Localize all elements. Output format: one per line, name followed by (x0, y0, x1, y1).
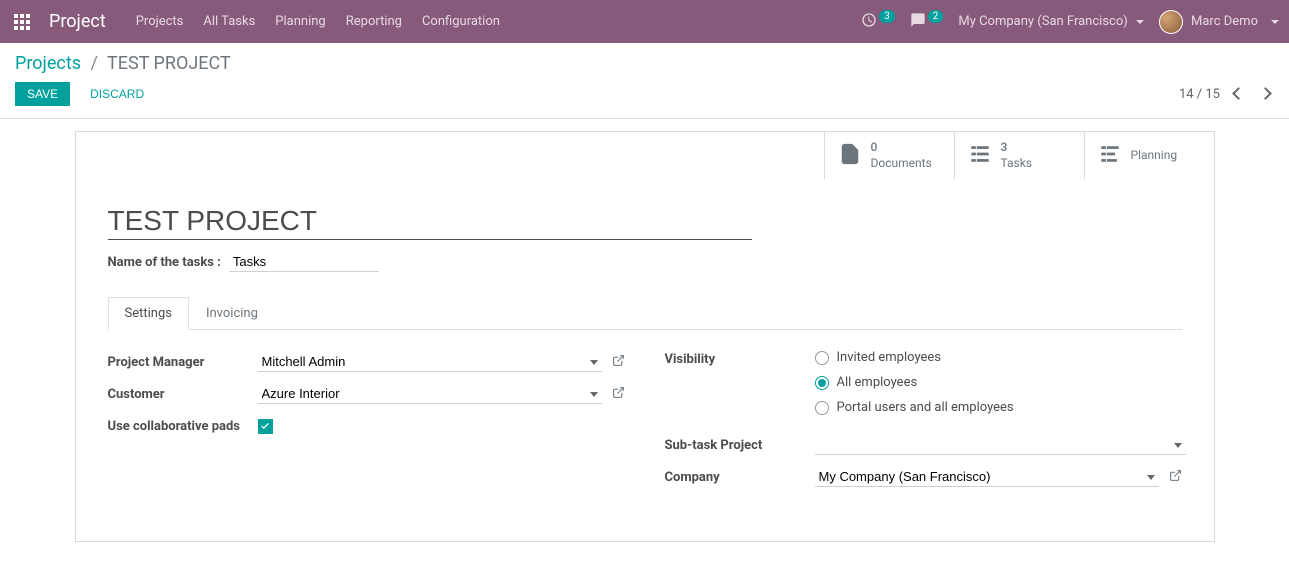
save-button[interactable]: SAVE (15, 82, 70, 106)
stat-planning-label: Planning (1131, 148, 1178, 164)
user-name: Marc Demo (1191, 14, 1258, 29)
visibility-invited[interactable]: Invited employees (815, 350, 1014, 365)
document-icon (839, 143, 861, 169)
tabs: Settings Invoicing (108, 297, 1182, 330)
pm-input[interactable] (258, 352, 602, 372)
chevron-right-icon (1259, 87, 1272, 100)
activities-badge: 3 (879, 10, 895, 23)
settings-left-column: Project Manager Customer (108, 350, 625, 497)
project-title-input[interactable] (108, 203, 752, 240)
apps-icon[interactable] (10, 10, 34, 34)
pads-label: Use collaborative pads (108, 419, 258, 434)
radio-checked-icon (815, 376, 829, 390)
navbar: Project Projects All Tasks Planning Repo… (0, 0, 1289, 43)
controlbar: SAVE DISCARD 14 / 15 (0, 82, 1289, 119)
breadcrumb-sep: / (90, 53, 97, 74)
settings-right-column: Visibility Invited employees All employe… (665, 350, 1182, 497)
visibility-radio-group: Invited employees All employees Portal u… (815, 350, 1014, 415)
company-selector[interactable]: My Company (San Francisco) (958, 14, 1144, 29)
avatar (1159, 10, 1183, 34)
visibility-label: Visibility (665, 350, 815, 367)
stat-docs-label: Documents (871, 156, 932, 172)
chevron-left-icon (1232, 87, 1245, 100)
nav-links: Projects All Tasks Planning Reporting Co… (136, 14, 500, 29)
form-sheet: 0 Documents 3 Tasks Planning (75, 131, 1215, 542)
stat-documents[interactable]: 0 Documents (824, 132, 954, 179)
pager-prev[interactable] (1230, 83, 1247, 106)
breadcrumb-current: TEST PROJECT (107, 53, 231, 74)
breadcrumb-parent[interactable]: Projects (15, 53, 81, 74)
clock-icon (861, 12, 877, 32)
nav-projects[interactable]: Projects (136, 14, 184, 29)
tab-content: Project Manager Customer (108, 330, 1182, 517)
nav-planning[interactable]: Planning (275, 14, 325, 29)
tab-invoicing[interactable]: Invoicing (189, 297, 275, 330)
customer-input[interactable] (258, 384, 602, 404)
external-link-icon[interactable] (1169, 469, 1182, 486)
company-label: Company (665, 470, 815, 485)
app-name[interactable]: Project (49, 11, 106, 32)
visibility-all-label: All employees (837, 375, 918, 390)
nav-reporting[interactable]: Reporting (346, 14, 402, 29)
sheet-body: Name of the tasks : Settings Invoicing P… (76, 179, 1214, 541)
stat-tasks[interactable]: 3 Tasks (954, 132, 1084, 179)
dropdown-caret-icon[interactable] (1147, 475, 1155, 480)
activities-button[interactable]: 3 (861, 12, 895, 32)
dropdown-caret-icon[interactable] (1174, 443, 1182, 448)
breadcrumb: Projects / TEST PROJECT (15, 53, 1274, 74)
external-link-icon[interactable] (612, 354, 625, 371)
external-link-icon[interactable] (612, 386, 625, 403)
stat-tasks-label: Tasks (1001, 156, 1033, 172)
customer-label: Customer (108, 387, 258, 402)
discard-button[interactable]: DISCARD (78, 82, 156, 106)
subtask-input[interactable] (815, 435, 1186, 455)
nav-right: 3 2 My Company (San Francisco) Marc Demo (861, 10, 1279, 34)
chevron-down-icon (1136, 20, 1144, 24)
subheader: Projects / TEST PROJECT (0, 43, 1289, 74)
stat-buttons: 0 Documents 3 Tasks Planning (76, 132, 1214, 179)
task-name-label: Name of the tasks : (108, 255, 221, 270)
pager-next[interactable] (1257, 83, 1274, 106)
tasks-icon (969, 143, 991, 169)
stat-docs-count: 0 (871, 140, 932, 156)
pager-text[interactable]: 14 / 15 (1179, 87, 1220, 102)
visibility-invited-label: Invited employees (837, 350, 942, 365)
radio-icon (815, 351, 829, 365)
pads-checkbox[interactable] (258, 419, 273, 434)
nav-configuration[interactable]: Configuration (422, 14, 500, 29)
form-container: 0 Documents 3 Tasks Planning (0, 119, 1289, 562)
radio-icon (815, 401, 829, 415)
company-input[interactable] (815, 467, 1159, 487)
pm-label: Project Manager (108, 355, 258, 370)
visibility-all[interactable]: All employees (815, 375, 1014, 390)
stat-planning[interactable]: Planning (1084, 132, 1214, 179)
user-menu[interactable]: Marc Demo (1159, 10, 1279, 34)
chevron-down-icon (1271, 20, 1279, 24)
task-name-input[interactable] (229, 252, 379, 272)
dropdown-caret-icon[interactable] (590, 360, 598, 365)
messages-badge: 2 (928, 10, 944, 23)
visibility-portal-label: Portal users and all employees (837, 400, 1014, 415)
pager: 14 / 15 (1179, 83, 1274, 106)
visibility-portal[interactable]: Portal users and all employees (815, 400, 1014, 415)
company-name: My Company (San Francisco) (958, 14, 1127, 29)
messages-button[interactable]: 2 (910, 12, 944, 32)
chat-icon (910, 12, 926, 32)
stat-tasks-count: 3 (1001, 140, 1033, 156)
tab-settings[interactable]: Settings (108, 297, 189, 330)
subtask-label: Sub-task Project (665, 438, 815, 453)
nav-all-tasks[interactable]: All Tasks (203, 14, 255, 29)
dropdown-caret-icon[interactable] (590, 392, 598, 397)
planning-icon (1099, 143, 1121, 169)
